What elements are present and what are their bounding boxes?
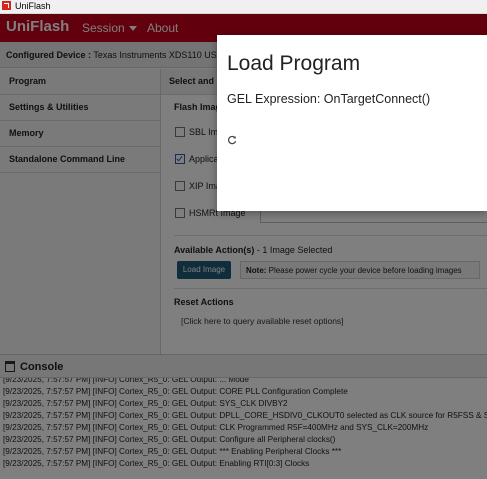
refresh-spinner-icon xyxy=(228,135,237,145)
dialog-message: GEL Expression: OnTargetConnect() xyxy=(227,92,431,106)
load-program-dialog: Load Program GEL Expression: OnTargetCon… xyxy=(217,35,487,211)
uniflash-app-icon xyxy=(2,1,11,11)
dialog-title: Load Program xyxy=(227,52,361,75)
window-title-bar: UniFlash xyxy=(0,0,487,14)
window-title: UniFlash xyxy=(15,1,51,11)
